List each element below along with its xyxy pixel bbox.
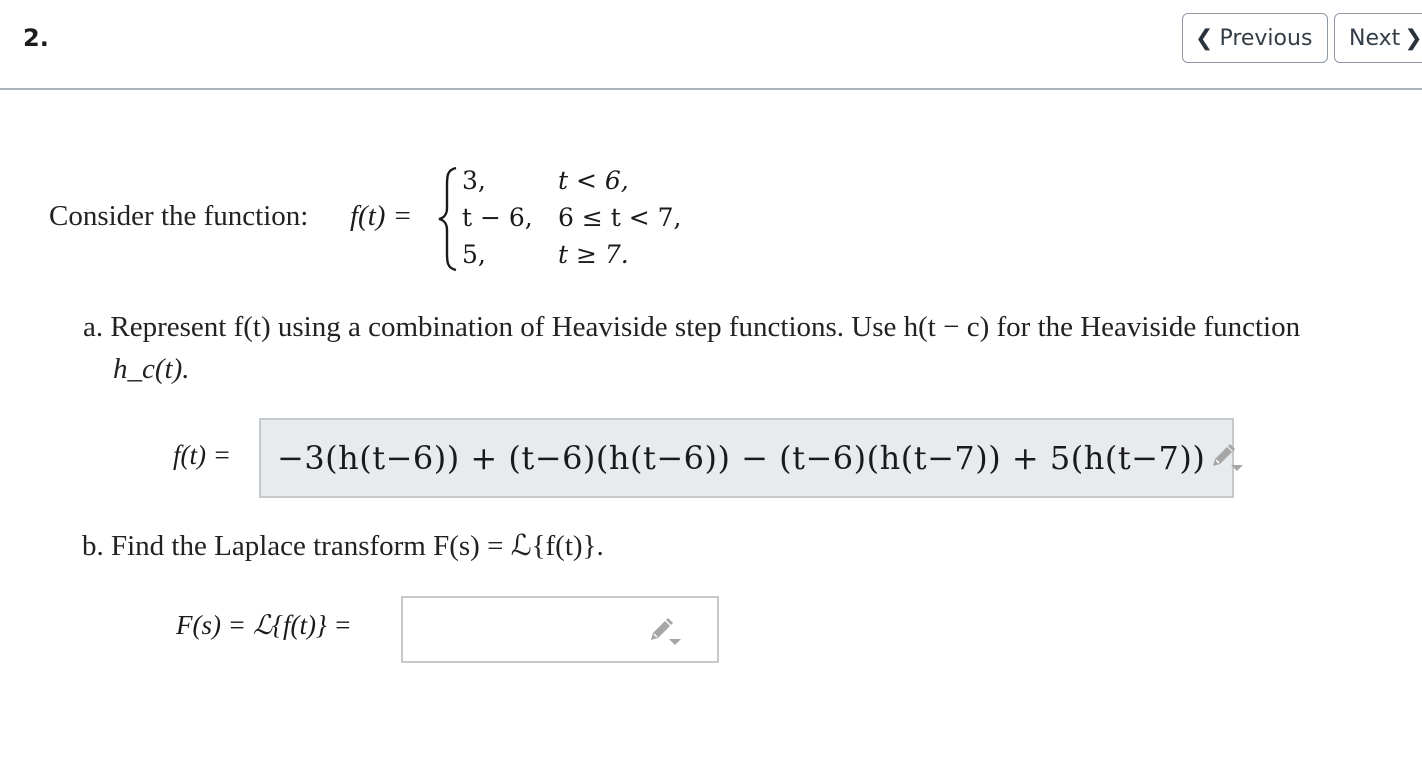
previous-label: Previous: [1219, 25, 1313, 51]
case-condition: 6 ≤ t < 7,: [558, 203, 682, 232]
left-brace: [438, 166, 457, 272]
pencil-dropdown-icon[interactable]: [647, 618, 681, 646]
part-b-answer-field[interactable]: [401, 596, 719, 663]
case-value: t − 6,: [462, 203, 533, 232]
case-condition: t ≥ 7.: [558, 240, 629, 269]
case-value: 5,: [462, 240, 486, 269]
chevron-right-icon: ❯: [1404, 25, 1422, 51]
question-number: 2.: [23, 24, 49, 52]
chevron-left-icon: ❮: [1195, 25, 1214, 51]
header-divider: [0, 88, 1422, 90]
next-button[interactable]: Next ❯: [1334, 13, 1422, 63]
case-value: 3,: [462, 166, 486, 195]
part-b-prompt: b. Find the Laplace transform F(s) = ℒ{f…: [82, 530, 604, 562]
part-a-prompt: a. Represent f(t) using a combination of…: [83, 306, 1383, 390]
part-a-answer-value: −3(h(t−6)) + (t−6)(h(t−6)) − (t−6)(h(t−7…: [277, 439, 1206, 477]
part-a-prompt-line2: h_c(t).: [113, 353, 190, 385]
part-b-answer-label: F(s) = ℒ{f(t)} =: [176, 610, 352, 640]
next-label: Next: [1349, 25, 1401, 51]
intro-text: Consider the function:: [49, 200, 309, 232]
case-condition: t < 6,: [558, 166, 629, 195]
pencil-dropdown-icon[interactable]: [1209, 444, 1244, 472]
part-a-answer-field[interactable]: −3(h(t−6)) + (t−6)(h(t−6)) − (t−6)(h(t−7…: [259, 418, 1244, 498]
part-a-prompt-line1: a. Represent f(t) using a combination of…: [83, 311, 1301, 343]
function-lhs: f(t) =: [350, 200, 413, 232]
part-a-answer-label: f(t) =: [173, 440, 231, 470]
previous-button[interactable]: ❮ Previous: [1182, 13, 1328, 63]
